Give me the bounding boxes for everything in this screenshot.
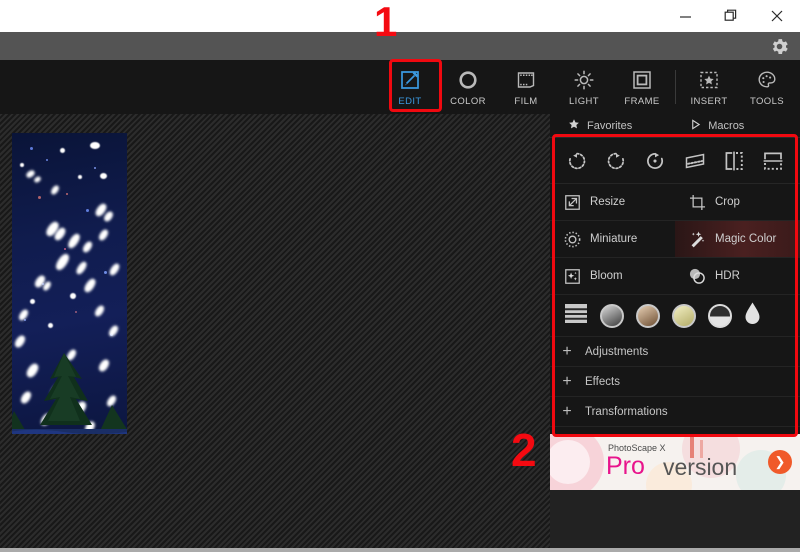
gear-icon[interactable]: [768, 35, 790, 57]
settings-strip: [0, 32, 800, 60]
bloom-sparkle-icon: [562, 266, 582, 286]
water-drop-icon[interactable]: [744, 301, 761, 330]
play-triangle-icon: [690, 118, 701, 133]
frame-square-icon: [630, 67, 654, 93]
accordion-effects[interactable]: + Effects: [550, 367, 800, 397]
expand-plus-icon: +: [562, 402, 572, 420]
expand-plus-icon: +: [562, 372, 572, 390]
rotate-tool-row: [550, 138, 800, 184]
grayscale-swatch[interactable]: [600, 303, 624, 328]
perspective-icon[interactable]: [675, 141, 714, 181]
film-strip-icon[interactable]: [564, 302, 588, 330]
insert-star-icon: [697, 67, 721, 93]
flip-horizontal-icon[interactable]: [714, 141, 753, 181]
minimize-button[interactable]: [662, 0, 708, 32]
expand-plus-icon: +: [562, 342, 572, 360]
feature-bloom[interactable]: Bloom: [550, 258, 675, 295]
feature-label-bloom: Bloom: [590, 270, 623, 282]
film-frame-icon: [514, 67, 538, 93]
light-sun-icon: [572, 67, 596, 93]
magic-wand-icon: [687, 229, 707, 249]
sepia-swatch[interactable]: [636, 303, 660, 328]
annotation-step-2: 2: [511, 424, 537, 476]
feature-label-resize: Resize: [590, 196, 626, 208]
rotate-right-icon[interactable]: [596, 141, 635, 181]
feature-crop[interactable]: Crop: [675, 184, 800, 221]
rotate-left-icon[interactable]: [557, 141, 596, 181]
accordion-label-effects: Effects: [585, 375, 620, 388]
filter-swatch-row: [550, 295, 800, 337]
menu-label-insert: INSERT: [690, 96, 728, 107]
menu-item-film[interactable]: FILM: [497, 60, 555, 114]
maximize-button[interactable]: [708, 0, 754, 32]
menu-label-frame: FRAME: [624, 96, 660, 107]
menu-item-frame[interactable]: FRAME: [613, 60, 671, 114]
menu-item-tools[interactable]: TOOLS: [738, 60, 796, 114]
tab-macros[interactable]: Macros: [690, 118, 745, 133]
feature-magic-color[interactable]: Magic Color: [675, 221, 800, 258]
edit-tools-panel: Favorites Macros Resize Crop Miniature M…: [550, 114, 800, 438]
menu-label-edit: EDIT: [398, 96, 422, 107]
accordion-transformations[interactable]: + Transformations: [550, 397, 800, 427]
feature-label-crop: Crop: [715, 196, 740, 208]
tools-palette-icon: [755, 67, 779, 93]
feature-miniature[interactable]: Miniature: [550, 221, 675, 258]
tab-macros-label: Macros: [708, 119, 745, 132]
ad-pro-label: Pro: [606, 452, 645, 480]
hdr-circles-icon: [687, 266, 707, 286]
color-circle-icon: [456, 67, 480, 93]
feature-resize[interactable]: Resize: [550, 184, 675, 221]
feature-hdr[interactable]: HDR: [675, 258, 800, 295]
menu-label-tools: TOOLS: [749, 96, 785, 107]
feature-label-magic-color: Magic Color: [715, 233, 777, 245]
vintage-swatch[interactable]: [672, 303, 696, 328]
panel-tab-bar: Favorites Macros: [550, 114, 800, 138]
main-menu-bar: EDIT COLOR FILM LIGHT FRAME INSERT TOOLS: [0, 60, 800, 114]
panel-bottom-filler: [550, 490, 800, 552]
accordion-label-transformations: Transformations: [585, 405, 668, 418]
photo-thumbnail-night-sky[interactable]: [12, 133, 127, 434]
feature-label-hdr: HDR: [715, 270, 740, 282]
tab-favorites-label: Favorites: [587, 119, 633, 132]
resize-arrow-icon: [562, 192, 582, 212]
close-button[interactable]: [754, 0, 800, 32]
menu-item-color[interactable]: COLOR: [439, 60, 497, 114]
feature-grid: Resize Crop Miniature Magic Color Bloom …: [550, 184, 800, 295]
pro-version-ad-banner[interactable]: PhotoScape X Pro version ❯: [550, 434, 800, 490]
menu-label-film: FILM: [514, 96, 538, 107]
flip-vertical-icon[interactable]: [754, 141, 793, 181]
menu-divider: [675, 70, 676, 104]
title-bar: [0, 0, 800, 32]
menu-item-edit[interactable]: EDIT: [381, 60, 439, 114]
window-bottom-edge: [0, 548, 800, 552]
edit-pencil-square-icon: [398, 67, 422, 93]
feature-label-miniature: Miniature: [590, 233, 638, 245]
menu-label-light: LIGHT: [569, 96, 599, 107]
pine-tree-silhouette: [12, 353, 127, 434]
free-rotate-icon[interactable]: [636, 141, 675, 181]
menu-item-light[interactable]: LIGHT: [555, 60, 613, 114]
miniature-icon: [562, 229, 582, 249]
ad-next-arrow-icon[interactable]: ❯: [768, 450, 792, 474]
ad-version-label: version: [663, 454, 738, 480]
star-icon: [568, 118, 580, 133]
annotation-step-1: 1: [374, 0, 398, 45]
accordion-adjustments[interactable]: + Adjustments: [550, 337, 800, 367]
menu-label-color: COLOR: [450, 96, 486, 107]
vignette-swatch[interactable]: [708, 303, 732, 328]
photoscape-x-window: EDIT COLOR FILM LIGHT FRAME INSERT TOOLS…: [0, 0, 800, 552]
accordion-label-adjustments: Adjustments: [585, 345, 649, 358]
crop-icon: [687, 192, 707, 212]
tab-favorites[interactable]: Favorites: [568, 118, 632, 133]
menu-item-insert[interactable]: INSERT: [680, 60, 738, 114]
